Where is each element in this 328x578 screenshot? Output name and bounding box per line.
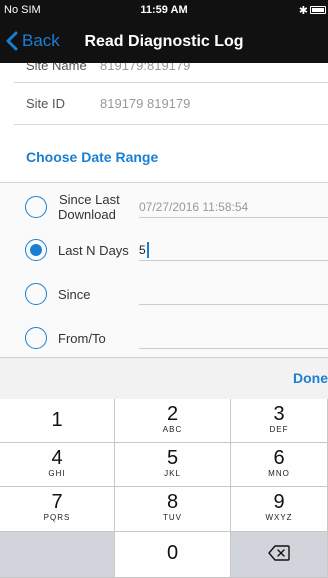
key-letters: JKL xyxy=(164,469,181,478)
key-digit: 5 xyxy=(166,447,179,469)
site-name-label: Site Name xyxy=(26,63,87,73)
key-2[interactable]: 2 ABC xyxy=(115,399,231,443)
key-digit: 2 xyxy=(166,403,179,425)
key-digit: 0 xyxy=(166,542,179,564)
option-since-last-download[interactable]: Since Last Download 07/27/2016 11:58:54 xyxy=(0,185,328,229)
option-since[interactable]: Since xyxy=(0,273,328,317)
navigation-bar: Back Read Diagnostic Log xyxy=(0,20,328,63)
key-digit: 9 xyxy=(273,491,285,513)
site-id-value: 819179 819179 xyxy=(100,96,191,111)
keyboard-toolbar: Done xyxy=(0,357,328,399)
key-8[interactable]: 8 TUV xyxy=(115,487,231,532)
key-3[interactable]: 3 DEF xyxy=(231,399,328,443)
site-id-label: Site ID xyxy=(26,96,66,111)
status-time: 11:59 AM xyxy=(140,4,188,16)
key-4[interactable]: 4 GHI xyxy=(0,443,115,487)
option-label-line1: Since Last xyxy=(59,192,120,207)
since-date-field[interactable] xyxy=(139,283,328,305)
key-digit: 3 xyxy=(273,403,285,425)
option-from-to[interactable]: From/To xyxy=(0,317,328,357)
site-id-row: Site ID 819179 819179 xyxy=(14,83,328,125)
key-digit: 7 xyxy=(51,491,63,513)
date-range-options: Since Last Download 07/27/2016 11:58:54 … xyxy=(0,182,328,357)
key-1[interactable]: 1 xyxy=(0,399,115,443)
option-label: Since xyxy=(58,287,91,302)
section-title: Choose Date Range xyxy=(26,149,159,165)
key-letters: DEF xyxy=(269,425,289,434)
backspace-icon xyxy=(268,545,290,561)
radio-button[interactable] xyxy=(25,196,47,218)
done-button[interactable]: Done xyxy=(293,370,328,386)
option-last-n-days[interactable]: Last N Days 5 xyxy=(0,229,328,273)
last-n-days-value: 5 xyxy=(139,242,146,257)
option-label: Since Last Download xyxy=(58,192,120,222)
status-bar: No SIM 11:59 AM ✱ xyxy=(0,0,328,20)
text-caret xyxy=(146,241,149,258)
since-last-download-value: 07/27/2016 11:58:54 xyxy=(139,196,328,218)
from-to-date-field[interactable] xyxy=(139,327,328,349)
numeric-keypad: 1 2 ABC 3 DEF 4 GHI 5 JKL 6 MNO 7 PQRS 8… xyxy=(0,399,328,578)
diagnostic-form: Site Name 819179:819179 Site ID 819179 8… xyxy=(0,63,328,357)
key-7[interactable]: 7 PQRS xyxy=(0,487,115,532)
radio-button[interactable] xyxy=(25,283,47,305)
option-label-line2: Download xyxy=(58,207,116,222)
option-label: From/To xyxy=(58,331,106,346)
backspace-key[interactable] xyxy=(231,532,328,578)
last-n-days-input[interactable]: 5 xyxy=(139,239,328,261)
page-title: Read Diagnostic Log xyxy=(84,33,244,50)
key-letters: MNO xyxy=(268,469,290,478)
key-letters: ABC xyxy=(162,425,183,434)
key-letters: WXYZ xyxy=(265,513,293,522)
site-name-row: Site Name 819179:819179 xyxy=(14,63,328,83)
key-5[interactable]: 5 JKL xyxy=(115,443,231,487)
option-label: Last N Days xyxy=(58,243,129,258)
key-digit: 6 xyxy=(273,447,285,469)
key-letters: PQRS xyxy=(43,513,71,522)
site-name-value: 819179:819179 xyxy=(100,63,191,73)
key-9[interactable]: 9 WXYZ xyxy=(231,487,328,532)
key-digit: 1 xyxy=(51,409,63,431)
key-letters: GHI xyxy=(48,469,66,478)
key-0[interactable]: 0 xyxy=(115,532,231,578)
blank-key xyxy=(0,532,115,578)
key-6[interactable]: 6 MNO xyxy=(231,443,328,487)
radio-button[interactable] xyxy=(25,327,47,349)
radio-button-selected[interactable] xyxy=(25,239,47,261)
battery-icon xyxy=(310,6,326,14)
key-digit: 8 xyxy=(166,491,179,513)
key-letters: TUV xyxy=(163,513,182,522)
bluetooth-icon: ✱ xyxy=(298,4,308,17)
key-digit: 4 xyxy=(51,447,63,469)
